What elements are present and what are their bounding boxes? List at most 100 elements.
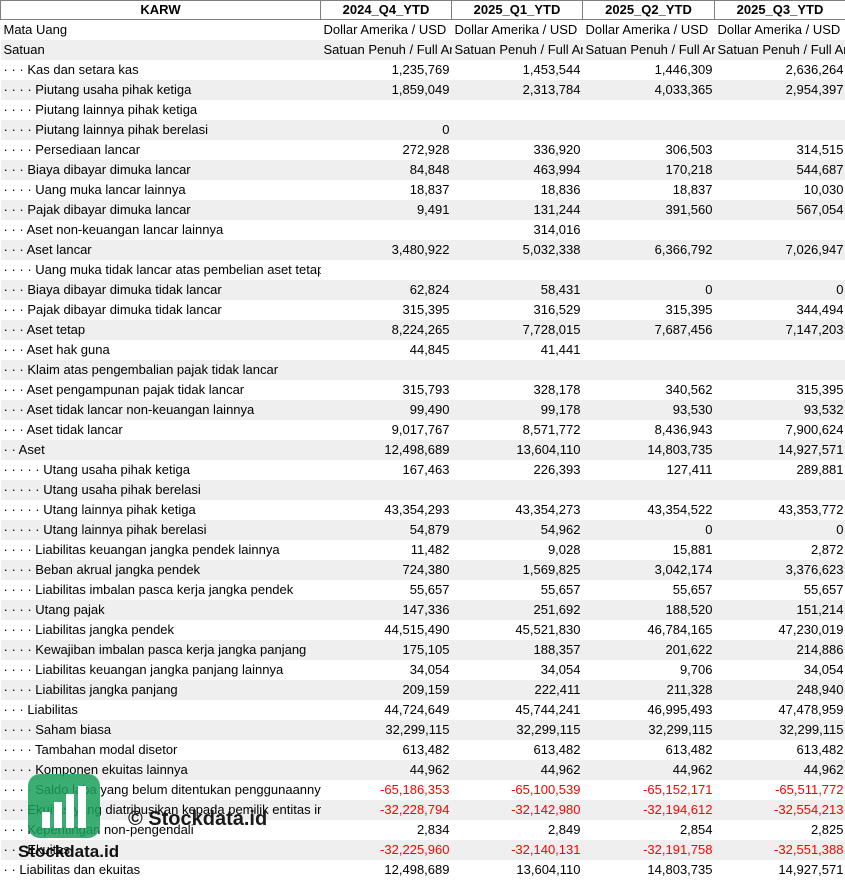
cell-value: 167,463 [402, 462, 450, 477]
cell-value: 613,482 [402, 742, 450, 757]
meta-row: SatuanSatuan Penuh / Full AmountSatuan P… [0, 40, 845, 60]
cell-value: -32,225,960 [320, 840, 452, 860]
cell-value: 14,803,735 [582, 440, 715, 460]
cell-value: 18,836 [540, 182, 581, 197]
cell-value: 10,030 [803, 182, 844, 197]
cell-value: Dollar Amerika / USD [323, 22, 447, 37]
cell-value: 391,560 [582, 200, 715, 220]
cell-value: 55,657 [409, 582, 450, 597]
row-label: · · · Pajak dibayar dimuka lancar [0, 200, 321, 220]
table-row: · · · · Liabilitas keuangan jangka pende… [1, 540, 845, 560]
cell-value: 344,494 [796, 302, 844, 317]
cell-value: 43,353,772 [778, 502, 844, 517]
row-label: · · · Aset tidak lancar non-keuangan lai… [0, 400, 321, 420]
cell-value [715, 220, 845, 240]
table-row: · · · · Persediaan lancar 272,928 336,920 3… [1, 140, 845, 160]
cell-value: 8,224,265 [320, 320, 452, 340]
cell-value: 316,529 [533, 302, 581, 317]
table-row: · · · Pajak dibayar dimuka lancar 9,491 13… [0, 200, 845, 220]
table-row: · · · Kas dan setara kas 1,235,769 1,453,5… [1, 60, 845, 80]
row-label: · · · Kas dan setara kas [3, 62, 139, 77]
cell-value: 314,515 [796, 142, 844, 157]
cell-value: 201,622 [582, 640, 715, 660]
table-row: · · · · Saldo laba yang belum ditentukan… [1, 780, 845, 800]
meta-row: Mata Uang Dollar Amerika / USD Dollar Amer… [1, 20, 845, 41]
table-row: · · · · Kewajiban imbalan pasca kerja ja… [0, 640, 845, 660]
cell-value: 34,054 [409, 662, 450, 677]
table-row: · · · Aset tidak lancar non-keuangan lai… [0, 400, 845, 420]
cell-value: 336,920 [533, 142, 581, 157]
cell-value: 11,482 [410, 542, 450, 557]
cell-value: 0 [320, 120, 452, 140]
cell-value: 147,336 [320, 600, 452, 620]
cell-value [715, 100, 845, 120]
table-row: · · · · Uang muka lancar lainnya 18,837 18… [1, 180, 845, 200]
table-row: · · · Ekuitas -32,225,960 -32,140,131 -32,1… [0, 840, 845, 860]
cell-value: 1,453,544 [522, 62, 581, 77]
table-row: · · · Aset tidak lancar 9,017,767 8,571,77… [1, 420, 845, 440]
row-label: · · · Aset tetap [0, 320, 321, 340]
cell-value: 14,927,571 [714, 440, 845, 460]
cell-value [714, 120, 845, 140]
cell-value: 47,230,019 [778, 622, 844, 637]
row-label: · · · Aset non-keuangan lancar lainnya [3, 222, 224, 237]
cell-value: 248,940 [714, 680, 845, 700]
table-row: · · · · Tambahan modal disetor 613,482 613… [1, 740, 845, 760]
cell-value: 188,357 [451, 640, 583, 660]
table-row: · · · · · Utang lainnya pihak berelasi 54… [0, 520, 845, 540]
cell-value: 43,354,273 [515, 502, 581, 517]
cell-value: 544,687 [714, 160, 845, 180]
row-label: · · · · Kewajiban imbalan pasca kerja ja… [0, 640, 321, 660]
row-label: · · · Aset lancar [0, 240, 321, 260]
cell-value: 7,147,203 [714, 320, 845, 340]
row-label: · · · · Saldo laba yang belum ditentukan… [3, 782, 321, 797]
cell-value: 32,299,115 [714, 720, 845, 740]
cell-value [583, 260, 715, 280]
row-label: · · · Biaya dibayar dimuka tidak lancar [0, 280, 321, 300]
cell-value: 613,482 [533, 742, 581, 757]
cell-value: 175,105 [320, 640, 452, 660]
cell-value: 44,724,649 [384, 702, 450, 717]
cell-value: 45,521,830 [515, 622, 581, 637]
cell-value: 32,299,115 [582, 720, 715, 740]
row-label: · · · · Piutang usaha pihak ketiga [0, 80, 321, 100]
cell-value: 18,837 [409, 182, 450, 197]
row-label: · · · Liabilitas [3, 702, 78, 717]
cell-value [452, 100, 583, 120]
balance-sheet-table: KARW 2024_Q4_YTD 2025_Q1_YTD 2025_Q2_YTD… [0, 0, 845, 880]
cell-value: 463,994 [451, 160, 583, 180]
cell-value: 44,962 [714, 760, 845, 780]
cell-value: 3,480,922 [320, 240, 452, 260]
cell-value: 1,569,825 [451, 560, 583, 580]
cell-value: 12,498,689 [384, 862, 450, 877]
cell-value: 18,837 [672, 182, 713, 197]
table-row: · · · Aset lancar 3,480,922 5,032,338 6,366… [0, 240, 845, 260]
table-row: · · · · Liabilitas imbalan pasca kerja j… [1, 580, 845, 600]
cell-value: 0 [714, 280, 845, 300]
cell-value: 151,214 [714, 600, 845, 620]
table-row: · · · · Uang muka tidak lancar atas pemb… [1, 260, 845, 280]
cell-value [715, 260, 845, 280]
row-label: · · · · · Utang lainnya pihak ketiga [3, 502, 196, 517]
cell-value: -32,142,980 [451, 800, 583, 820]
cell-value [320, 480, 452, 500]
cell-value: 272,928 [402, 142, 450, 157]
cell-value: 9,706 [679, 662, 713, 677]
cell-value: Satuan Penuh / Full Amount [451, 40, 583, 60]
cell-value: Dollar Amerika / USD [585, 22, 709, 37]
cell-value: 315,395 [665, 302, 713, 317]
table-row: · · Liabilitas dan ekuitas 12,498,689 13,6… [1, 860, 845, 880]
row-label: · · Liabilitas dan ekuitas [3, 862, 141, 877]
cell-value: 32,299,115 [320, 720, 452, 740]
table-row: · · · · · Utang lainnya pihak ketiga 43,3… [1, 500, 845, 520]
cell-value [321, 100, 452, 120]
row-label: · · · · Komponen ekuitas lainnya [0, 760, 321, 780]
cell-value: 46,784,165 [647, 622, 713, 637]
row-label: · · · · Liabilitas jangka panjang [0, 680, 321, 700]
row-label: · · · · Tambahan modal disetor [3, 742, 178, 757]
cell-value: Dollar Amerika / USD [454, 22, 578, 37]
cell-value [583, 100, 715, 120]
cell-value: 2,636,264 [785, 62, 844, 77]
cell-value [582, 120, 715, 140]
cell-value: 567,054 [714, 200, 845, 220]
